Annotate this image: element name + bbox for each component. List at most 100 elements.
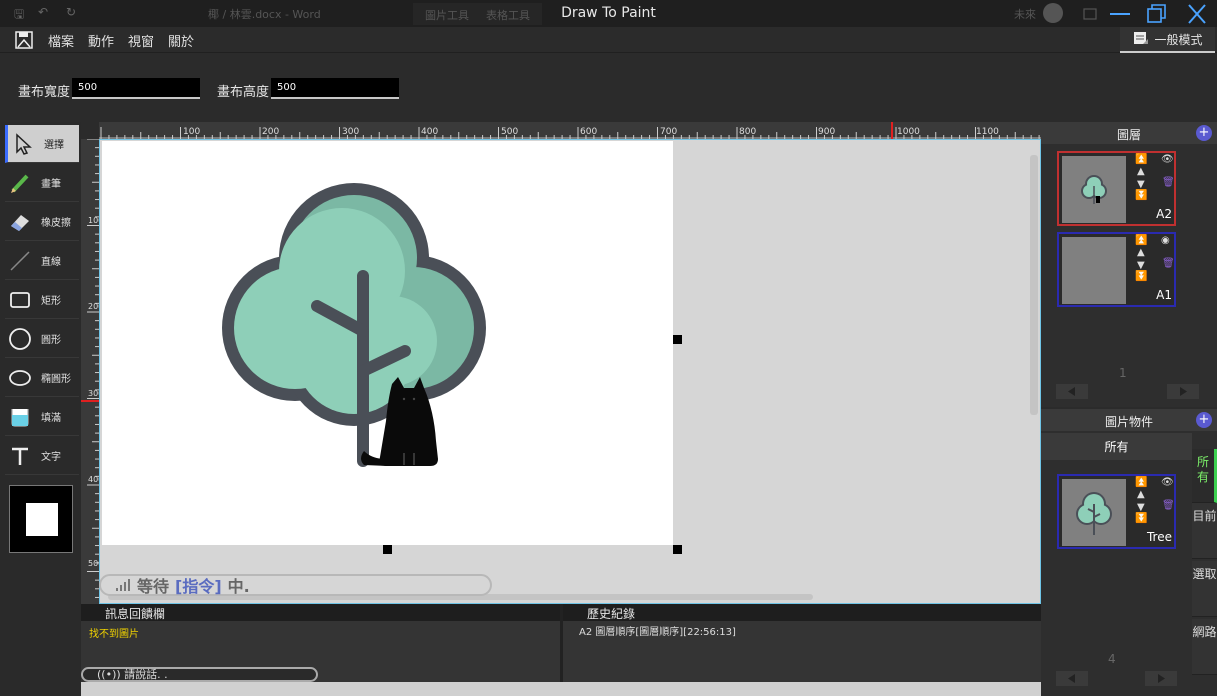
voice-status-pill: 等待 [指令] 中.	[99, 574, 492, 596]
add-layer-button[interactable]: +	[1196, 125, 1212, 141]
canvas-paper[interactable]	[102, 141, 673, 545]
minimize-button[interactable]	[1105, 2, 1135, 26]
tab-current[interactable]: 目前	[1192, 503, 1217, 559]
move-up-icon[interactable]: ▲	[1137, 489, 1145, 500]
tool-select[interactable]: 選擇	[5, 125, 79, 163]
tool-fill-label: 填滿	[41, 413, 61, 424]
tool-pencil-label: 畫筆	[41, 179, 61, 190]
restore-button[interactable]	[1143, 2, 1173, 26]
tool-eraser[interactable]: 橡皮擦	[5, 203, 79, 241]
trash-icon[interactable]: 🗑	[1162, 258, 1175, 269]
tool-text[interactable]: 文字	[5, 437, 79, 475]
tab-selected[interactable]: 選取	[1192, 561, 1217, 617]
close-button[interactable]	[1181, 2, 1211, 26]
image-objects-panel: 圖片物件 + 所有 ⏫ ▲ ▼ ⏬ �	[1041, 409, 1217, 696]
speak-label: 請說話. .	[124, 668, 168, 681]
move-bottom-icon[interactable]: ⏬	[1135, 271, 1147, 282]
layers-page-number: 1	[1119, 366, 1127, 380]
canvas-width-input[interactable]	[72, 78, 200, 99]
drawing-canvas[interactable]: 等待 [指令] 中.	[99, 139, 1041, 604]
move-bottom-icon[interactable]: ⏬	[1135, 190, 1147, 201]
move-bottom-icon[interactable]: ⏬	[1135, 513, 1147, 524]
history-entry[interactable]: A2 圖層順序[圖層順序][22:56:13]	[563, 621, 1041, 640]
layers-next-button[interactable]	[1167, 384, 1199, 399]
resize-handle-bottom[interactable]	[383, 545, 392, 554]
eye-icon[interactable]: 👁	[1161, 477, 1174, 488]
secondary-color[interactable]	[26, 503, 58, 536]
layer-name: A1	[1156, 288, 1172, 302]
ribbon-options-icon[interactable]	[1075, 2, 1105, 26]
layer-card[interactable]: ⏫ ▲ ▼ ⏬ 👁 🗑 A2	[1057, 151, 1176, 226]
undo-icon[interactable]: ↶	[38, 5, 48, 19]
broadcast-icon: ((•))	[97, 668, 121, 681]
redo-icon[interactable]: ↻	[66, 5, 76, 19]
layers-title: 圖層 +	[1041, 122, 1217, 144]
move-top-icon[interactable]: ⏫	[1135, 154, 1147, 165]
add-image-button[interactable]: +	[1196, 412, 1212, 428]
move-top-icon[interactable]: ⏫	[1135, 235, 1147, 246]
image-thumbnail	[1062, 479, 1126, 546]
menu-about[interactable]: 關於	[168, 31, 194, 50]
menu-action[interactable]: 動作	[88, 31, 114, 50]
tool-line[interactable]: 直線	[5, 242, 79, 280]
h-ruler-label: 400	[421, 127, 439, 137]
tool-pencil[interactable]: 畫筆	[5, 164, 79, 202]
images-prev-button[interactable]	[1056, 671, 1088, 686]
tool-select-label: 選擇	[44, 140, 64, 151]
eraser-icon	[5, 211, 35, 233]
tool-rectangle[interactable]: 矩形	[5, 281, 79, 319]
h-ruler-label: 100	[183, 127, 201, 137]
h-ruler-label: 1100	[976, 127, 999, 137]
h-ruler-label: 900	[818, 127, 836, 137]
trash-icon[interactable]: 🗑	[1162, 177, 1175, 188]
resize-handle-corner[interactable]	[673, 545, 682, 554]
mode-label: 一般模式	[1154, 32, 1203, 47]
layer-thumbnail	[1062, 156, 1126, 223]
move-down-icon[interactable]: ▼	[1137, 179, 1145, 190]
mode-button[interactable]: 一般模式	[1120, 27, 1215, 53]
h-ruler-label: 300	[342, 127, 360, 137]
tab-network[interactable]: 網路	[1192, 619, 1217, 675]
color-swatch[interactable]	[9, 485, 73, 553]
h-ruler-label: 700	[660, 127, 678, 137]
vertical-scrollbar[interactable]	[1030, 155, 1038, 415]
move-up-icon[interactable]: ▲	[1137, 166, 1145, 177]
circle-icon	[5, 326, 35, 352]
menu-view[interactable]: 視窗	[128, 31, 154, 50]
image-card[interactable]: ⏫ ▲ ▼ ⏬ 👁 🗑 Tree	[1057, 474, 1176, 549]
menu-bar: 檔案 動作 視窗 關於 一般模式	[0, 27, 1217, 53]
speak-input[interactable]: ((•)) 請說話. .	[81, 667, 318, 682]
menu-file[interactable]: 檔案	[48, 31, 74, 50]
tool-fill[interactable]: 填滿	[5, 398, 79, 436]
pencil-icon	[5, 172, 35, 194]
tree-cat-drawing[interactable]	[102, 141, 673, 545]
move-up-icon[interactable]: ▲	[1137, 247, 1145, 258]
bucket-icon	[5, 406, 35, 428]
move-down-icon[interactable]: ▼	[1137, 260, 1145, 271]
app-logo-icon[interactable]	[14, 30, 34, 53]
tab-all[interactable]: 所有	[1192, 449, 1217, 503]
resize-handle-right[interactable]	[673, 335, 682, 344]
move-top-icon[interactable]: ⏫	[1135, 477, 1147, 488]
save-icon[interactable]: 🖫	[14, 5, 24, 26]
canvas-height-input[interactable]	[271, 78, 399, 99]
avatar[interactable]	[1043, 3, 1063, 23]
h-ruler-label: 600	[580, 127, 598, 137]
hidden-eye-icon[interactable]: ◉	[1161, 235, 1170, 246]
message-panel-title: 訊息回饋欄	[81, 604, 560, 621]
images-next-button[interactable]	[1145, 671, 1177, 686]
eye-icon[interactable]: 👁	[1161, 154, 1174, 165]
canvas-width-label: 畫布寬度	[18, 85, 71, 100]
tool-ellipse[interactable]: 橢圓形	[5, 359, 79, 397]
tool-circle[interactable]: 圓形	[5, 320, 79, 358]
h-ruler-label: 500	[501, 127, 519, 137]
image-objects-title: 圖片物件 +	[1041, 409, 1217, 431]
images-page-number: 4	[1108, 652, 1116, 666]
tool-text-label: 文字	[41, 452, 61, 463]
move-down-icon[interactable]: ▼	[1137, 502, 1145, 513]
layer-card[interactable]: ⏫ ▲ ▼ ⏬ ◉ 🗑 A1	[1057, 232, 1176, 307]
note-icon	[1132, 30, 1150, 49]
trash-icon[interactable]: 🗑	[1162, 500, 1175, 511]
tool-ellipse-label: 橢圓形	[41, 374, 71, 385]
layers-prev-button[interactable]	[1056, 384, 1088, 399]
